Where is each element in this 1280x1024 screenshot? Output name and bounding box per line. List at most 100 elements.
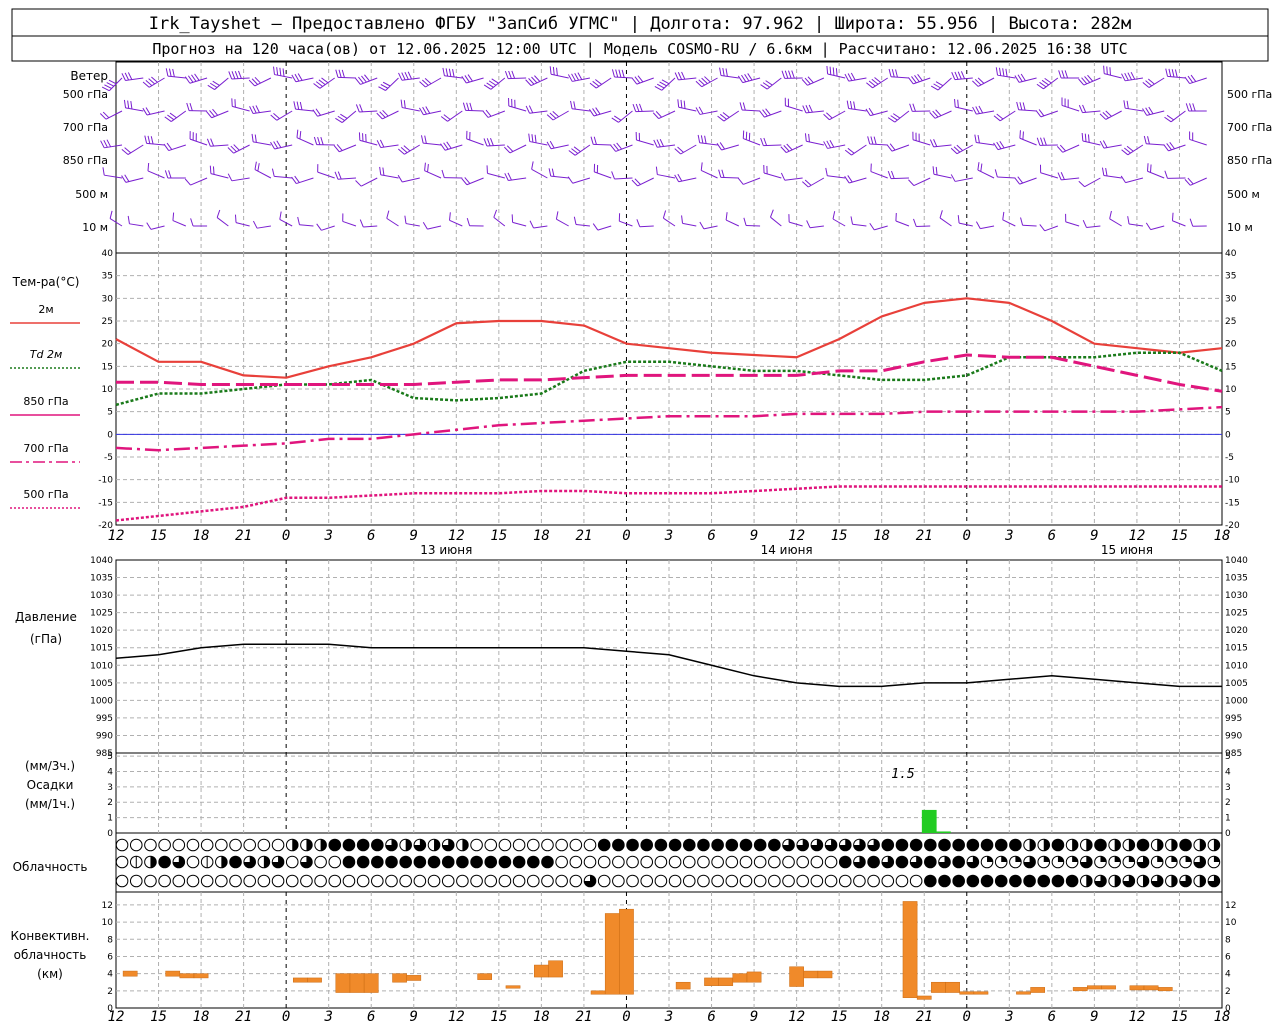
cloud-symbol [314, 838, 327, 852]
cloud-symbol [1207, 838, 1221, 852]
wind-barb-shaft [466, 177, 484, 186]
conv-bar [704, 977, 719, 986]
wind-barb-shaft [425, 77, 442, 88]
wind-barb [950, 144, 974, 155]
temp-ytick-right: -10 [1225, 476, 1240, 486]
wind-barb-feather [868, 107, 874, 116]
cloud-symbol [285, 855, 299, 869]
wind-barb-feather [1087, 134, 1090, 143]
wind-barb-feather [632, 103, 637, 112]
wind-barb-feather [853, 101, 856, 110]
x-tick-label: 18 [1214, 528, 1231, 544]
cloud-circle [172, 838, 186, 852]
wind-barb-shaft [125, 107, 144, 112]
cloud-symbol [413, 855, 427, 869]
wind-barb-feather [1120, 175, 1126, 183]
wind-barb-shaft [1065, 221, 1080, 227]
cloud-circle [257, 838, 271, 852]
wind-barb-shaft [955, 106, 973, 112]
wind-barb-shaft [550, 175, 569, 179]
pressure-ytick-right: 1035 [1225, 574, 1248, 584]
wind-barb [549, 66, 569, 79]
wind-barb-feather [337, 115, 345, 121]
wind-barb-shaft [216, 217, 229, 227]
cloud-circle [682, 874, 696, 888]
wind-barb-feather [511, 70, 516, 79]
wind-barb [1078, 104, 1101, 114]
x-tick-label: 6 [367, 528, 375, 544]
wind-barb [209, 165, 229, 179]
wind-barb-feather [681, 215, 684, 224]
wind-barb-feather [231, 71, 236, 79]
cloud-symbol [243, 874, 257, 888]
wind-barb-feather [804, 133, 807, 142]
wind-barb [977, 162, 995, 179]
x-tick-label-bottom: 9 [1090, 1009, 1098, 1024]
wind-barb-feather [939, 210, 943, 219]
wind-barb-feather [806, 220, 811, 228]
precip-ytick: 1 [107, 814, 113, 824]
conv-label-3: (км) [37, 967, 63, 981]
cloud-symbol [215, 855, 228, 869]
cloud-symbol [271, 855, 285, 869]
cloud-circle [796, 874, 810, 888]
temp-legend-label: 700 гПа [23, 442, 68, 455]
wind-barb-feather [957, 99, 959, 108]
x-tick-label-bottom: 21 [575, 1009, 592, 1024]
conv-ytick-right: 4 [1225, 970, 1231, 980]
cloud-symbol [1207, 874, 1221, 888]
wind-barb-feather [483, 84, 492, 90]
wind-barb-shaft [618, 110, 633, 123]
wind-barb [254, 161, 272, 179]
wind-barb [823, 110, 846, 121]
cloud-circle [342, 855, 356, 869]
cloud-circle [158, 838, 171, 852]
wind-barb-feather [935, 81, 944, 87]
cloud-circle [952, 855, 965, 869]
cloud-circle [612, 838, 625, 852]
cloud-circle [626, 855, 639, 869]
wind-barb-feather [165, 68, 169, 77]
wind-barb-shaft [1019, 177, 1037, 185]
cloud-circle [441, 874, 455, 888]
wind-barb-feather [957, 71, 962, 80]
wind-barb-shaft [556, 218, 569, 227]
wind-barb-feather [452, 69, 455, 78]
cloud-half [150, 856, 157, 868]
wind-barb-shaft [402, 107, 420, 112]
cloud-symbol [1037, 838, 1051, 852]
cloud-symbol [697, 838, 710, 852]
pressure-ytick-right: 1015 [1225, 644, 1248, 654]
wind-barb-feather [954, 98, 956, 107]
x-tick-label: 15 [831, 528, 848, 544]
wind-barb [1016, 101, 1037, 112]
wind-barb-feather [234, 214, 237, 223]
wind-barb-feather [656, 139, 661, 148]
wind-barb-feather [1020, 217, 1024, 226]
cloud-symbol [526, 874, 540, 888]
wind-barb-feather [725, 212, 728, 221]
wind-barb [441, 169, 463, 179]
wind-barb [636, 219, 654, 228]
wind-barb-feather [209, 82, 218, 88]
cloud-symbol [796, 855, 810, 869]
cloud-circle [725, 838, 739, 852]
wind-barb-shaft [274, 74, 293, 79]
cloud-symbol [668, 855, 682, 869]
x-tick-label: 9 [750, 528, 758, 544]
cloud-symbol [1136, 874, 1150, 888]
wind-barb-feather [404, 71, 409, 80]
wind-barb-shaft [533, 225, 548, 229]
cloud-symbol [172, 838, 186, 852]
x-tick-label: 15 [490, 528, 507, 544]
cloud-circle [285, 874, 299, 888]
cloud-symbol [952, 874, 965, 888]
cloud-symbol [938, 874, 951, 888]
cloud-symbol [640, 838, 654, 852]
cloud-symbol [654, 855, 668, 869]
wind-barb-feather [957, 215, 960, 224]
cloud-circle [470, 855, 483, 869]
x-tick-label: 12 [448, 528, 465, 544]
wind-barb-feather [635, 103, 640, 112]
wind-barb-feather [932, 166, 935, 175]
